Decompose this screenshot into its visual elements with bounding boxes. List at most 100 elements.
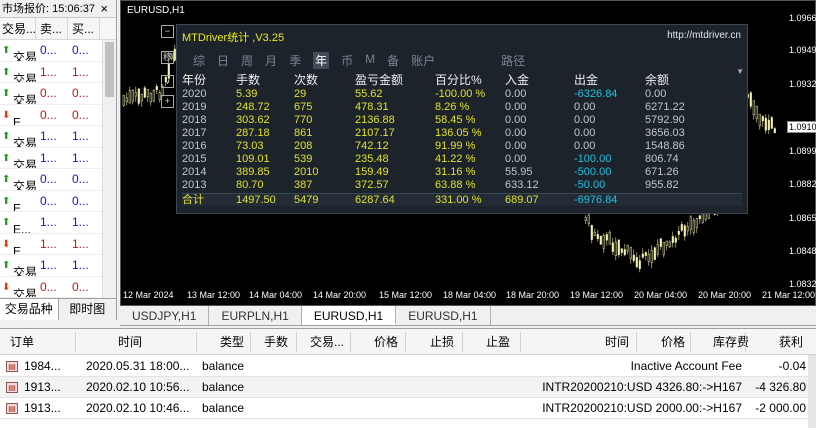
chart-tab[interactable]: EURPLN,H1: [209, 306, 302, 325]
stats-tab[interactable]: 币: [341, 52, 353, 69]
stats-cell: 671.26: [645, 166, 679, 178]
candle-body: [608, 231, 611, 245]
check-box-icon[interactable]: √: [161, 75, 174, 88]
stats-cell: -6976.84: [574, 194, 618, 206]
stats-cell: 6287.64: [355, 194, 395, 206]
terminal-column-header[interactable]: 时间: [605, 329, 629, 355]
stats-cell: 0.00: [505, 114, 527, 126]
terminal-column-header[interactable]: 类型: [220, 329, 244, 355]
stats-tab[interactable]: 年: [313, 52, 330, 69]
market-watch-row[interactable]: ⬆交易... 1... 1...: [0, 255, 116, 277]
symbol-cell: ⬆ E...: [0, 212, 36, 233]
market-watch-row[interactable]: ⬆交易... 0... 0...: [0, 169, 116, 191]
market-watch-row[interactable]: ⬆交易... 1... 1...: [0, 126, 116, 148]
header-separator: [350, 332, 351, 352]
terminal-column-header[interactable]: 手数: [264, 329, 288, 355]
candle-body: [650, 250, 653, 263]
candle-body: [584, 217, 587, 221]
candle-body: [758, 113, 761, 127]
candle-body: [665, 240, 668, 246]
candle-body: [614, 241, 617, 256]
history-row[interactable]: ▤ 1984... 2020.05.31 18:00... balance Inacti…: [0, 356, 810, 377]
column-ask[interactable]: 买...: [68, 18, 100, 39]
market-watch-row[interactable]: ⬆交易... 1... 1...: [0, 62, 116, 83]
stats-tab[interactable]: 账户: [411, 52, 435, 69]
stats-tab[interactable]: 路径: [501, 52, 525, 69]
terminal-column-header[interactable]: 时间: [118, 329, 142, 355]
candle-body: [656, 244, 659, 255]
close-icon[interactable]: ×: [100, 0, 108, 18]
ask-cell: 1...: [72, 64, 89, 79]
symbol-cell: ⬆交易...: [0, 40, 36, 61]
candle-body: [686, 226, 689, 232]
scrollbar-thumb[interactable]: [105, 42, 114, 97]
market-watch-row[interactable]: ⬆交易... 0... 0...: [0, 83, 116, 105]
history-row[interactable]: ▤ 1913... 2020.02.10 10:56... balance INTR20…: [0, 377, 810, 398]
tab-symbols[interactable]: 交易品种: [0, 299, 59, 320]
terminal-header: 订单 时间 类型 手数 交易... 价格 止损 止盈 时间 价格 库存费 获利: [0, 329, 816, 355]
candle-body: [629, 246, 632, 259]
time-cell: 2020.02.10 10:56...: [86, 380, 190, 394]
order-cell: 1913...: [24, 401, 61, 415]
market-watch-row[interactable]: ⬆交易... 1... 1...: [0, 148, 116, 169]
stats-column-header: 年份: [182, 73, 207, 87]
plus-box-icon[interactable]: +: [161, 95, 174, 108]
tab-tick-chart[interactable]: 即时图: [59, 299, 117, 320]
stats-cell: 0.00: [505, 127, 527, 139]
time-tick-label: 20 Mar 04:00: [634, 290, 688, 300]
minus-box-icon[interactable]: −: [161, 25, 174, 38]
stats-cell: 5479: [294, 194, 319, 206]
column-bid[interactable]: 卖...: [36, 18, 68, 39]
candle-body: [770, 117, 773, 129]
stats-url[interactable]: http://mtdriver.cn: [667, 30, 741, 41]
market-watch-row[interactable]: ⬆ E... 0... 0...: [0, 191, 116, 212]
terminal-scrollbar[interactable]: [808, 355, 816, 428]
terminal-column-header[interactable]: 获利: [779, 329, 803, 355]
chart-tab[interactable]: EURUSD,H1: [301, 306, 397, 325]
stats-cell: 633.12: [505, 179, 539, 191]
move-icon[interactable]: 移: [161, 51, 174, 64]
market-watch-row[interactable]: ⬇ E... 0... 0...: [0, 105, 116, 126]
column-symbol[interactable]: 交易...: [0, 18, 36, 39]
terminal-column-header[interactable]: 交易...: [310, 329, 344, 355]
stats-title: MTDriver统计 ,V3.25: [182, 32, 285, 44]
chart-tab[interactable]: USDJPY,H1: [120, 306, 210, 325]
stats-cell: 389.85: [236, 166, 270, 178]
candle-body: [140, 94, 143, 102]
stats-tab[interactable]: 月: [265, 52, 277, 69]
stats-tab[interactable]: 日: [217, 52, 229, 69]
terminal-column-header[interactable]: 库存费: [713, 329, 749, 355]
stats-tabs: 综日周月季年币 M 备账户 路径: [193, 52, 537, 69]
arrow-up-icon: ⬆: [2, 45, 11, 56]
market-watch-scrollbar[interactable]: [102, 40, 116, 300]
stats-cell: 2019: [182, 101, 207, 113]
chart-tab[interactable]: EURUSD,H1: [396, 306, 491, 325]
time-tick-label: 14 Mar 20:00: [313, 290, 367, 300]
stats-tab[interactable]: 季: [289, 52, 301, 69]
stats-column-header: 余额: [645, 73, 670, 87]
ask-cell: 1...: [72, 236, 89, 251]
symbol-cell: ⬆交易...: [0, 255, 36, 276]
stats-row: 2016 73.03 208 742.12 91.99 % 0.00 0.00 1548.86: [182, 140, 742, 153]
stats-cell: 5.39: [236, 88, 258, 100]
stats-tab[interactable]: M: [365, 52, 375, 69]
history-row[interactable]: ▤ 1913... 2020.02.10 10:46... balance INTR20…: [0, 398, 810, 419]
stats-cell: 742.12: [355, 140, 389, 152]
terminal-column-header[interactable]: 止盈: [486, 329, 510, 355]
terminal-column-header[interactable]: 价格: [661, 329, 685, 355]
candle-body: [611, 242, 614, 252]
market-watch-row[interactable]: ⬆ E... 1... 1...: [0, 212, 116, 234]
stats-tab[interactable]: 综: [193, 52, 205, 69]
chart-title: EURUSD,H1: [127, 5, 185, 16]
terminal-column-header[interactable]: 价格: [374, 329, 398, 355]
terminal-column-header[interactable]: 订单: [10, 329, 34, 355]
candle-body: [152, 89, 155, 102]
market-watch-row[interactable]: ⬆交易... 0... 0...: [0, 40, 116, 62]
stats-tab[interactable]: 周: [241, 52, 253, 69]
stats-tab[interactable]: 备: [387, 52, 399, 69]
candle-body: [662, 242, 665, 256]
market-watch-row[interactable]: ⬇ E... 1... 1...: [0, 234, 116, 255]
market-watch-row[interactable]: ⬇交易... 0... 0...: [0, 277, 116, 298]
current-price-label: 1.0910: [787, 121, 816, 133]
terminal-column-header[interactable]: 止损: [430, 329, 454, 355]
